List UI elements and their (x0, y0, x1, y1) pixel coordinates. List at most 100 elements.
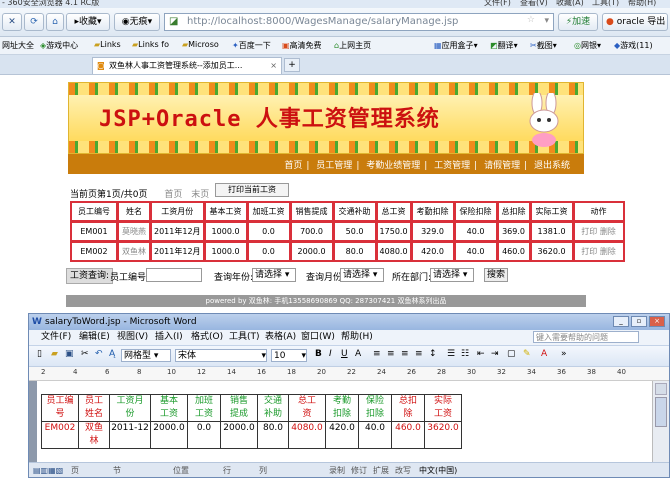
word-menu-edit[interactable]: 编辑(E) (79, 330, 110, 345)
bullets-icon[interactable]: ☷ (461, 349, 469, 359)
scroll-up-icon[interactable] (655, 383, 667, 395)
save-icon[interactable]: ▣ (65, 349, 74, 359)
nav-employees[interactable]: 员工管理 (316, 161, 352, 171)
favorites-button[interactable]: ▸收藏▾ (66, 13, 110, 31)
bookmark-item[interactable]: ◩翻译▾ (490, 40, 518, 51)
home-icon[interactable]: ⌂ (46, 13, 64, 31)
close-tab-icon[interactable]: × (270, 58, 277, 73)
refresh-icon[interactable]: ⟳ (24, 13, 44, 31)
word-menu-help[interactable]: 帮助(H) (341, 330, 373, 345)
word-cell: EM002 (41, 421, 79, 449)
bold-icon[interactable]: B (315, 349, 322, 359)
align-right-icon[interactable]: ≡ (401, 349, 409, 359)
menu-favorites[interactable]: 收藏(A) (556, 0, 584, 8)
print-link[interactable]: 打印 (581, 227, 597, 236)
incognito-button[interactable]: ◉无痕▾ (114, 13, 160, 31)
word-menu-view[interactable]: 视图(V) (117, 330, 148, 345)
menu-help[interactable]: 帮助(H) (628, 0, 656, 8)
month-select[interactable]: 请选择 ▾ (340, 268, 384, 282)
nav-logout[interactable]: 退出系统 (534, 161, 570, 171)
nav-wages[interactable]: 工资管理 (434, 161, 470, 171)
dropdown-icon[interactable]: ▾ (544, 16, 549, 26)
nav-leave[interactable]: 请假管理 (484, 161, 520, 171)
view-buttons-icon[interactable]: ▤▥▦▧ (33, 463, 63, 477)
word-menu-format[interactable]: 格式(O) (191, 330, 223, 345)
incognito-icon: ◉ (121, 17, 130, 27)
address-bar[interactable]: ◪ http://localhost:8000/WagesManage/sala… (164, 13, 554, 31)
last-page-link[interactable]: 末页 (191, 190, 209, 200)
search-box[interactable]: ● oracle 导出 (602, 13, 668, 31)
star-icon[interactable]: ☆ (527, 15, 535, 25)
italic-icon[interactable]: I (329, 349, 332, 359)
close-icon[interactable]: ✕ (2, 13, 22, 31)
align-left-icon[interactable]: ≡ (373, 349, 381, 359)
word-menu-window[interactable]: 窗口(W) (301, 330, 335, 345)
first-page-link[interactable]: 首页 (164, 190, 182, 200)
highlight-icon[interactable]: ✎ (523, 349, 531, 359)
font-color-icon[interactable]: A (541, 349, 547, 359)
help-search-input[interactable]: 键入需要帮助的问题 (533, 331, 639, 343)
year-select[interactable]: 请选择 ▾ (252, 268, 296, 282)
line-spacing-icon[interactable]: ↕ (429, 349, 437, 359)
restore-icon[interactable]: ▫ (631, 316, 647, 327)
new-tab-icon[interactable]: + (284, 58, 300, 72)
styles-icon[interactable]: Ą (109, 349, 115, 359)
menu-view[interactable]: 查看(V) (520, 0, 548, 8)
nav-attendance[interactable]: 考勤业绩管理 (366, 161, 420, 171)
border-icon[interactable]: ▢ (507, 349, 516, 359)
word-menu-table[interactable]: 表格(A) (265, 330, 296, 345)
ruler-tick: 8 (137, 368, 142, 376)
align-center-icon[interactable]: ≡ (387, 349, 395, 359)
print-button[interactable]: 打印当前工资 (215, 183, 289, 197)
bookmark-item[interactable]: ◈游戏中心 (40, 40, 78, 51)
menu-tools[interactable]: 工具(T) (592, 0, 619, 8)
bookmark-item[interactable]: ⌂上网主页 (334, 40, 371, 51)
undo-icon[interactable]: ↶ (95, 349, 103, 359)
bookmark-item[interactable]: 网址大全 (2, 40, 34, 51)
word-menu-insert[interactable]: 插入(I) (155, 330, 183, 345)
col-header: 总工资 (376, 202, 411, 221)
numbering-icon[interactable]: ☰ (447, 349, 455, 359)
outdent-icon[interactable]: ⇤ (477, 349, 485, 359)
bookmark-item[interactable]: ◆游戏(11) (614, 40, 653, 51)
toolbar-options-icon[interactable]: » (561, 349, 567, 359)
emp-id-input[interactable] (146, 268, 202, 282)
word-menu-file[interactable]: 文件(F) (41, 330, 71, 345)
minimize-icon[interactable]: _ (613, 316, 629, 327)
page-info: 当前页第1页/共0页 (70, 190, 148, 200)
tab-active[interactable]: ◙ 双鱼林人事工资管理系统--添加员工... × (92, 57, 282, 74)
print-link[interactable]: 打印 (581, 247, 597, 256)
search-button[interactable]: 搜索 (484, 268, 508, 282)
bookmark-item[interactable]: ▰Links fo (132, 40, 169, 49)
accelerate-button[interactable]: ⚡加速 (558, 13, 598, 31)
bookmark-item[interactable]: ✦百度一下 (232, 40, 271, 51)
bookmark-item[interactable]: ▰Links (94, 40, 121, 49)
ruler-tick: 4 (73, 368, 78, 376)
nav-home[interactable]: 首页 (284, 161, 302, 171)
word-menu-tools[interactable]: 工具(T) (229, 330, 260, 345)
close-icon[interactable]: × (649, 316, 665, 327)
underline-icon[interactable]: U (341, 349, 348, 359)
bookmark-item[interactable]: ▦应用盒子▾ (434, 40, 478, 51)
new-doc-icon[interactable]: ▯ (37, 349, 42, 359)
vertical-scrollbar[interactable] (652, 381, 669, 462)
word-page[interactable]: 员工编号 员工 姓名 工资月份 基本 工资 加班 工资 销售 提成 交通 补助 总工资 考… (37, 381, 653, 462)
open-icon[interactable]: ▰ (51, 349, 58, 359)
bookmark-item[interactable]: ✂截图▾ (530, 40, 557, 51)
font-select[interactable]: 宋体 ▾ (175, 349, 267, 362)
menu-file[interactable]: 文件(F) (484, 0, 511, 8)
font-size-select[interactable]: 10 ▾ (271, 349, 307, 362)
word-cell: 3620.0 (424, 421, 462, 449)
justify-icon[interactable]: ≡ (415, 349, 423, 359)
dept-select[interactable]: 请选择 ▾ (430, 268, 474, 282)
indent-icon[interactable]: ⇥ (491, 349, 499, 359)
delete-link[interactable]: 删除 (600, 227, 616, 236)
delete-link[interactable]: 删除 (600, 247, 616, 256)
cut-icon[interactable]: ✂ (81, 349, 89, 359)
bookmark-item[interactable]: ◎网银▾ (574, 40, 601, 51)
char-border-icon[interactable]: A (355, 349, 361, 359)
scroll-thumb[interactable] (655, 397, 667, 427)
bookmark-item[interactable]: ▣高清免费 (282, 40, 322, 51)
style-select[interactable]: 网格型 ▾ (121, 349, 171, 362)
bookmark-item[interactable]: ▰Microso (182, 40, 219, 49)
